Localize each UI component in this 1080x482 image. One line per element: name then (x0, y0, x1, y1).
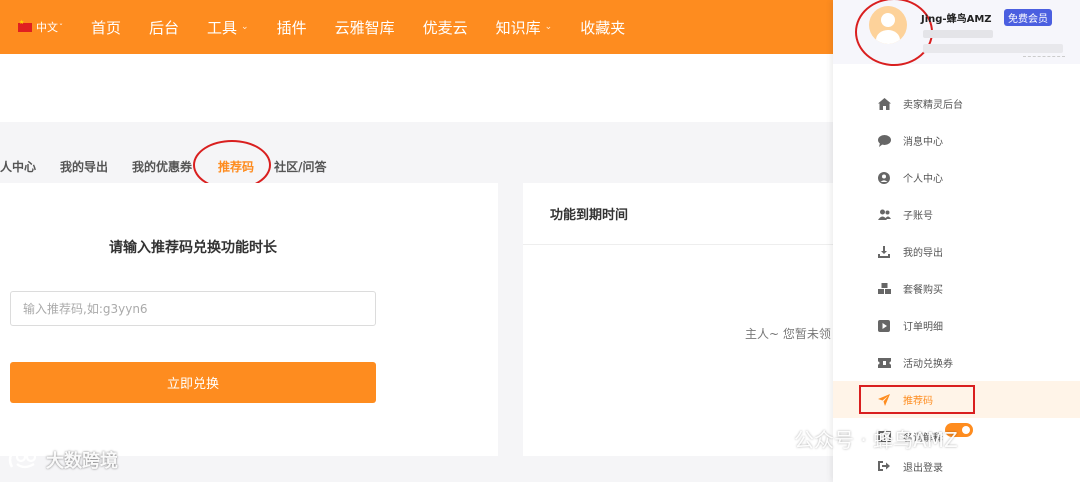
language-switch[interactable]: 中文 ˇ (18, 19, 63, 35)
menu-item-orders[interactable]: 订单明细 (833, 307, 1080, 344)
nav-tools[interactable]: 工具 ⌄ (207, 17, 249, 38)
menu-item-seller-backend[interactable]: 卖家精灵后台 (833, 85, 1080, 122)
menu-item-vouchers[interactable]: 活动兑换券 (833, 344, 1080, 381)
nav-plugins[interactable]: 插件 (277, 17, 307, 38)
cubes-icon (877, 282, 891, 296)
menu-item-label: 活动兑换券 (903, 359, 953, 370)
watermark-logo-icon (8, 451, 37, 469)
logout-icon (877, 459, 891, 473)
nav-backend-label: 后台 (149, 18, 180, 37)
tab-my-exports[interactable]: 我的导出 (60, 158, 108, 175)
ticket-icon (877, 356, 891, 370)
redeem-title: 请输入推荐码兑换功能时长 (109, 240, 277, 256)
chevron-down-icon: ⌄ (241, 22, 249, 32)
chat-bubble-icon (877, 134, 891, 148)
nav-youmai-label: 优麦云 (422, 18, 468, 37)
menu-item-label: 个人中心 (903, 174, 943, 185)
user-circle-icon (877, 171, 891, 185)
blurred-info (923, 44, 1063, 53)
nav-yunya[interactable]: 云雅智库 (335, 17, 395, 38)
chevron-down-icon: ⌄ (544, 22, 553, 32)
nav-home-label: 首页 (91, 18, 122, 37)
redeem-card: 请输入推荐码兑换功能时长 立即兑换 (0, 183, 498, 456)
menu-item-label: 退出登录 (903, 462, 943, 474)
wechat-icon (752, 427, 781, 449)
menu-item-label: 子账号 (903, 211, 933, 222)
menu-item-label: 我的导出 (903, 248, 943, 259)
nav-knowledge[interactable]: 知识库 ⌄ (496, 17, 553, 38)
blurred-info (923, 30, 993, 38)
watermark-left: 大数跨境 (8, 447, 118, 473)
nav-youmai[interactable]: 优麦云 (423, 17, 468, 38)
users-icon (877, 208, 891, 222)
user-dropdown-panel: Jing-蜂鸟AMZ 免费会员 卖家精灵后台 消息中心 个人中心 子账号 我的导… (833, 0, 1080, 482)
membership-badge: 免费会员 (1004, 9, 1052, 26)
tab-community-qa[interactable]: 社区/问答 (274, 158, 326, 175)
nav-knowledge-label: 知识库 (495, 18, 541, 37)
language-label: 中文 (36, 21, 58, 34)
account-tabs: 人中心 我的导出 我的优惠券 推荐码 社区/问答 (0, 148, 350, 184)
watermark-left-text: 大数跨境 (46, 451, 118, 472)
nav-backend[interactable]: 后台 (149, 17, 179, 38)
user-menu: 卖家精灵后台 消息中心 个人中心 子账号 我的导出 套餐购买 订单明细 活动兑换… (833, 85, 1080, 477)
menu-item-personal-center[interactable]: 个人中心 (833, 159, 1080, 196)
nav-favorites[interactable]: 收藏夹 (580, 17, 625, 38)
chevron-down-icon: ˇ (59, 22, 63, 32)
menu-item-logout[interactable]: 退出登录 (833, 455, 1080, 477)
referral-code-input[interactable] (10, 291, 376, 326)
expiry-title: 功能到期时间 (523, 183, 833, 245)
nav-tools-label: 工具 (207, 18, 238, 37)
play-box-icon (877, 319, 891, 333)
expiry-card: 功能到期时间 主人~ 您暂未领 (523, 183, 833, 456)
watermark-right-text: 公众号 · 蜂鸟AMZ (794, 428, 958, 452)
header-spacer (0, 54, 833, 122)
user-header: Jing-蜂鸟AMZ 免费会员 (833, 0, 1080, 66)
home-icon (877, 97, 891, 111)
menu-item-sub-accounts[interactable]: 子账号 (833, 196, 1080, 233)
redeem-button[interactable]: 立即兑换 (10, 362, 376, 403)
menu-item-packages[interactable]: 套餐购买 (833, 270, 1080, 307)
download-icon (877, 245, 891, 259)
watermark-right: 公众号 · 蜂鸟AMZ (752, 424, 958, 453)
annotation-box (859, 385, 975, 414)
nav-plugins-label: 插件 (276, 18, 307, 37)
menu-item-my-exports[interactable]: 我的导出 (833, 233, 1080, 270)
user-name: Jing-蜂鸟AMZ (921, 14, 992, 25)
menu-item-label: 套餐购买 (903, 285, 943, 296)
menu-item-label: 订单明细 (903, 322, 943, 333)
menu-item-label: 消息中心 (903, 137, 943, 148)
nav-home[interactable]: 首页 (91, 17, 121, 38)
divider (1023, 56, 1065, 57)
tab-my-coupons[interactable]: 我的优惠券 (132, 158, 192, 175)
expiry-empty-text: 主人~ 您暂未领 (745, 327, 831, 341)
nav-yunya-label: 云雅智库 (334, 18, 395, 37)
menu-item-messages[interactable]: 消息中心 (833, 122, 1080, 159)
nav-favorites-label: 收藏夹 (580, 18, 626, 37)
tab-personal-center[interactable]: 人中心 (0, 158, 36, 175)
menu-item-label: 卖家精灵后台 (903, 100, 963, 111)
china-flag-icon (18, 19, 32, 32)
